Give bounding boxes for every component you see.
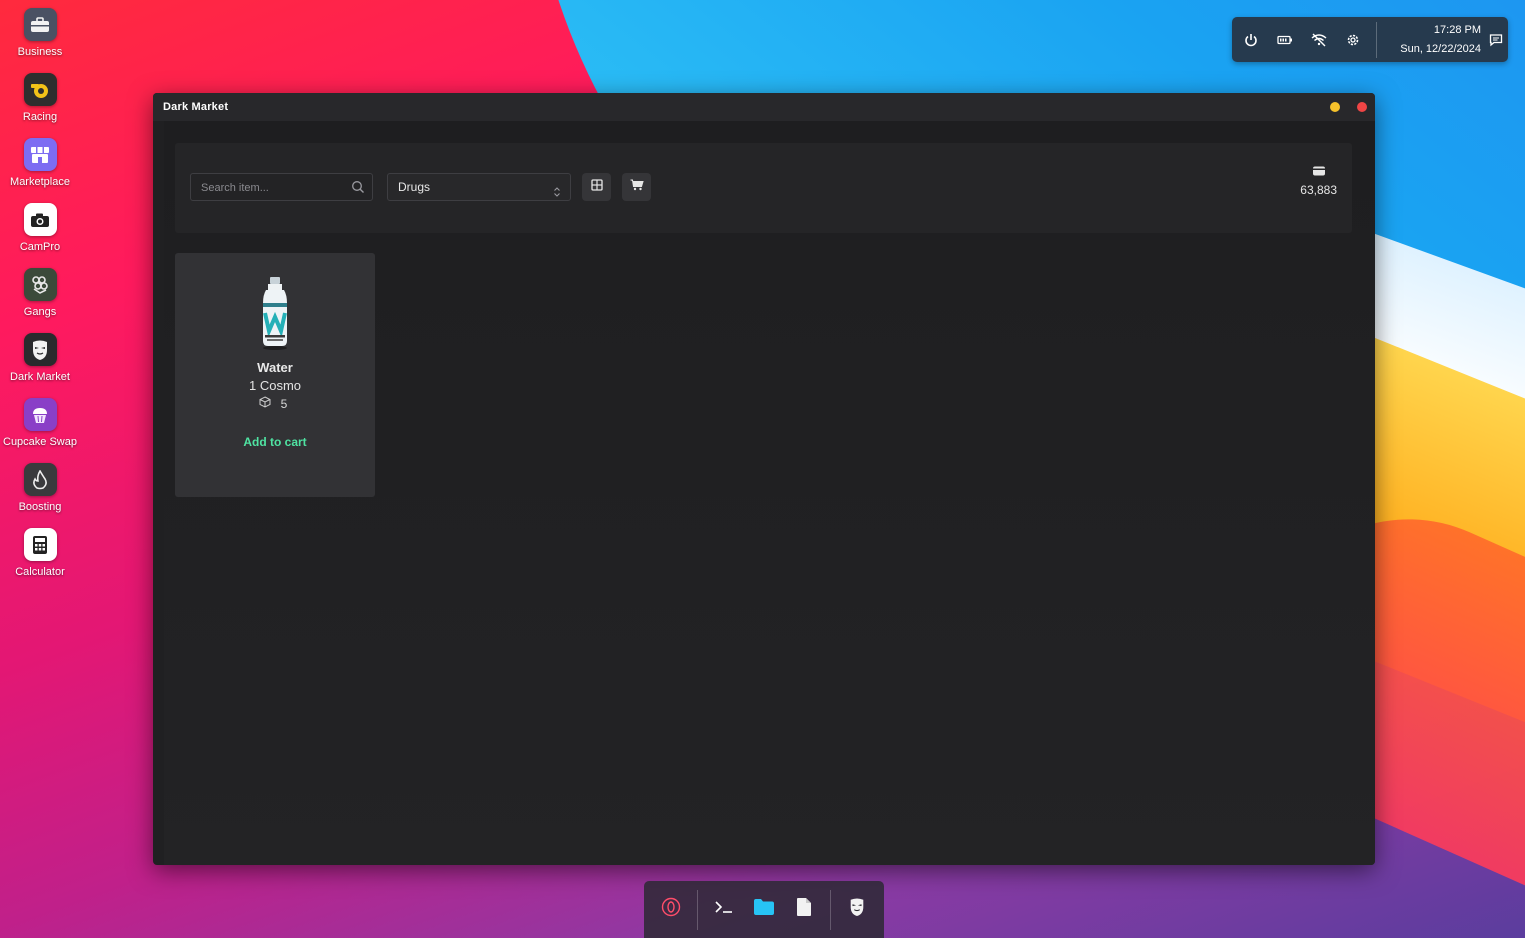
desktop-icon-label: Cupcake Swap [3,436,77,448]
box-icon [259,396,271,411]
folder-icon [753,898,775,921]
close-button[interactable] [1357,102,1367,112]
market-toolbar: Drugs 63,883 [175,143,1352,233]
item-stock: 5 [259,396,288,411]
search-input[interactable] [191,174,353,202]
search-icon[interactable] [351,180,365,199]
briefcase-icon [23,8,57,41]
cart-button[interactable] [622,173,651,201]
window-title: Dark Market [163,101,229,113]
brass-knuckles-icon [23,268,57,301]
power-icon[interactable] [1234,17,1268,62]
taskbar-start-button[interactable] [651,890,691,930]
settings-icon[interactable] [1336,17,1370,62]
document-icon [796,897,812,922]
window-controls [1330,102,1367,112]
desktop-icon-racing[interactable]: Racing [0,73,80,126]
desktop-icon-marketplace[interactable]: Marketplace [0,138,80,191]
calculator-icon [23,528,57,561]
item-price: 1 Cosmo [248,378,302,393]
chevron-updown-icon [553,181,561,207]
search-box [190,173,373,202]
desktop-icon-label: CamPro [19,241,61,253]
desktop-icon-label: Dark Market [10,371,70,383]
desktop-icon-business[interactable]: Business [0,8,80,61]
minimize-button[interactable] [1330,102,1340,112]
desktop-icon-boosting[interactable]: Boosting [0,463,80,516]
wallet-icon [1300,165,1337,177]
desktop-icon-label: Calculator [15,566,65,578]
desktop-icon-label: Gangs [23,306,57,318]
item-card: Water 1 Cosmo 5 Add to cart [175,253,375,497]
desktop-icon-label: Racing [22,111,58,123]
category-selected-value: Drugs [398,180,431,194]
flame-icon [23,463,57,496]
battery-icon[interactable] [1268,17,1302,62]
window-titlebar[interactable]: Dark Market [153,93,1375,121]
category-select[interactable]: Drugs [387,173,571,201]
window-content: Drugs 63,883 [164,121,1375,865]
zero-circle-icon [661,897,681,922]
grid-icon [590,178,603,196]
desktop-icon-label: Marketplace [10,176,70,188]
taskbar-terminal-button[interactable] [704,890,744,930]
clock-date: Sun, 12/22/2024 [1400,42,1481,55]
clock-time: 17:28 PM [1433,23,1481,36]
taskbar-documents-button[interactable] [784,890,824,930]
turbo-icon [23,73,57,106]
tray-divider [1376,21,1377,58]
taskbar-divider [830,889,831,930]
mask-icon [23,333,57,366]
terminal-icon [714,899,734,920]
mask-icon [848,897,866,922]
desktop-icon-cupcake-swap[interactable]: Cupcake Swap [0,398,80,451]
desktop-icon-column: Business Racing Marketplace CamPro Gangs… [0,8,80,593]
desktop-icon-dark-market[interactable]: Dark Market [0,333,80,386]
add-to-cart-button[interactable]: Add to cart [237,433,312,451]
desktop-icon-label: Business [17,46,63,58]
taskbar-files-button[interactable] [744,890,784,930]
desktop-icon-gangs[interactable]: Gangs [0,268,80,321]
chat-icon[interactable] [1489,33,1503,47]
balance-amount: 63,883 [1300,183,1337,197]
dark-market-window: Dark Market Drugs [153,93,1375,865]
camera-icon [23,203,57,236]
cart-icon [630,178,644,196]
grid-view-button[interactable] [582,173,611,201]
clock: 17:28 PM Sun, 12/22/2024 [1385,21,1481,59]
wifi-off-icon[interactable] [1302,17,1336,62]
desktop-icon-campro[interactable]: CamPro [0,203,80,256]
storefront-icon [23,138,57,171]
item-name: Water [257,360,293,375]
system-tray: 17:28 PM Sun, 12/22/2024 [1232,17,1508,62]
taskbar-divider [697,889,698,930]
desktop-icon-calculator[interactable]: Calculator [0,528,80,581]
wallet-balance: 63,883 [1300,165,1337,197]
stock-count: 5 [280,396,288,411]
taskbar [644,881,884,938]
taskbar-dark-market-button[interactable] [837,890,877,930]
desktop-icon-label: Boosting [18,501,62,513]
cupcake-icon [23,398,57,431]
water-bottle-image [255,275,295,351]
